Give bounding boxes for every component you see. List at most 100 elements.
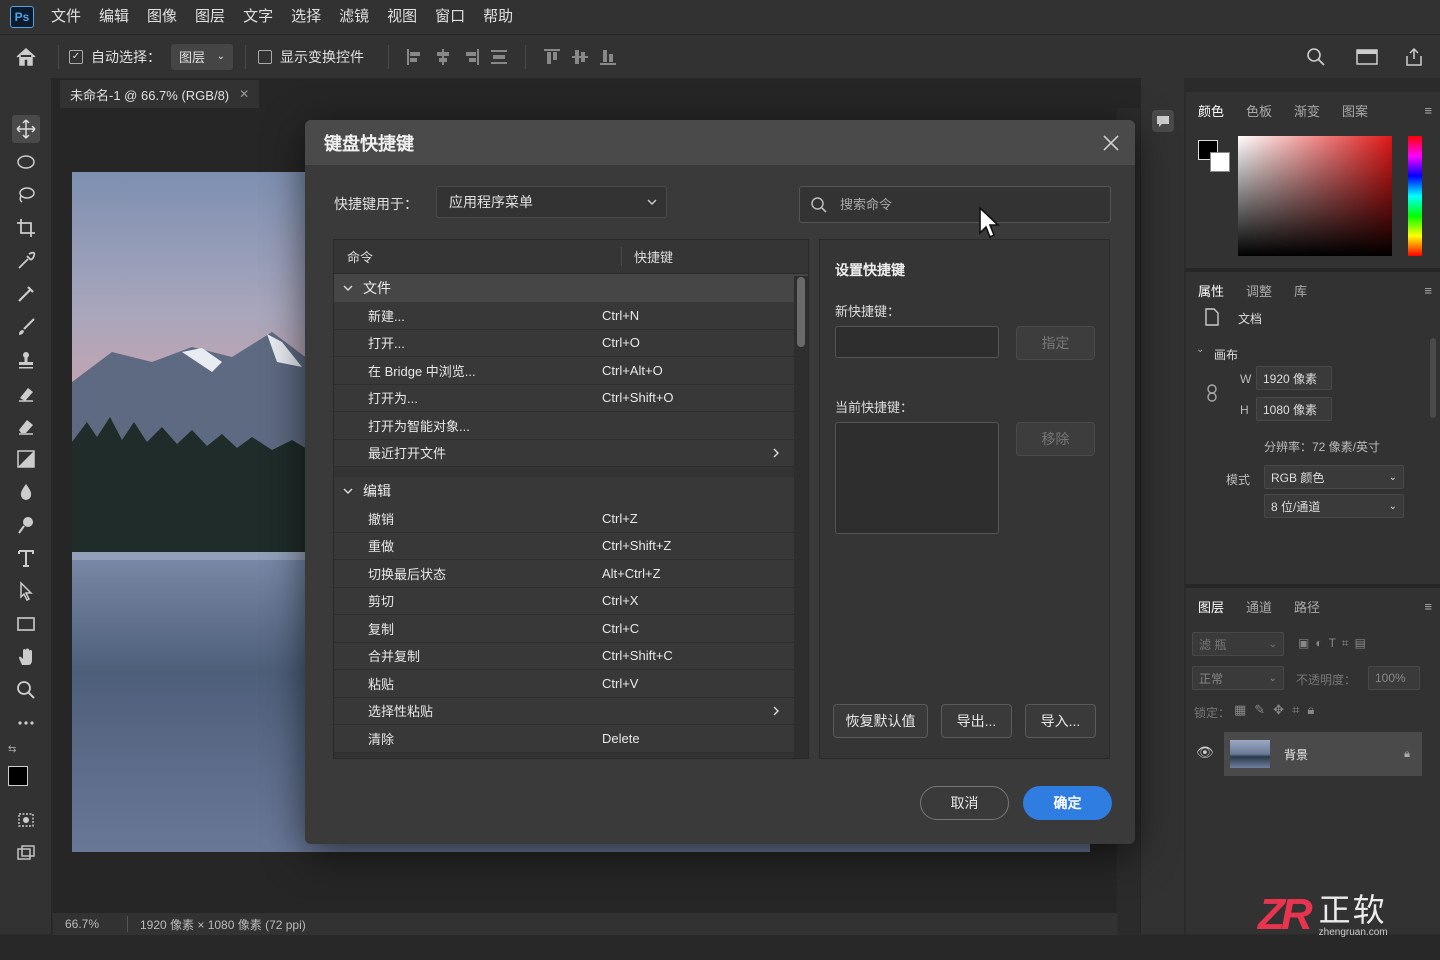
align-middle-v-icon[interactable]: [570, 47, 590, 67]
tab-libraries[interactable]: 库: [1294, 281, 1307, 300]
tab-color[interactable]: 颜色: [1198, 101, 1224, 120]
rectangle-tool-icon[interactable]: [12, 610, 40, 638]
search-command-input[interactable]: [840, 197, 1080, 212]
crop-tool-icon[interactable]: [12, 214, 40, 242]
show-transform-checkbox[interactable]: [258, 49, 272, 64]
tab-properties[interactable]: 属性: [1198, 281, 1224, 300]
table-row[interactable]: 粘贴 Ctrl+V: [334, 670, 808, 698]
height-field[interactable]: 1080 像素: [1256, 397, 1332, 421]
table-row[interactable]: 选择性粘贴: [334, 697, 808, 725]
eraser-tool-icon[interactable]: [12, 412, 40, 440]
table-row[interactable]: 切换最后状态 Alt+Ctrl+Z: [334, 560, 808, 588]
blur-tool-icon[interactable]: [12, 478, 40, 506]
workspace-icon[interactable]: [1356, 48, 1378, 66]
properties-scrollbar[interactable]: [1430, 338, 1436, 418]
menu-view[interactable]: 视图: [378, 0, 426, 34]
lasso-tool-icon[interactable]: [12, 181, 40, 209]
visibility-eye-icon[interactable]: 👁︎: [1196, 744, 1214, 761]
table-row[interactable]: 剪切 Ctrl+X: [334, 587, 808, 615]
import-button[interactable]: 导入...: [1025, 704, 1096, 738]
document-tab[interactable]: 未命名-1 @ 66.7% (RGB/8) ✕: [60, 80, 260, 108]
tab-adjustments[interactable]: 调整: [1246, 281, 1272, 300]
table-row[interactable]: 合并复制 Ctrl+Shift+C: [334, 642, 808, 670]
menu-help[interactable]: 帮助: [474, 0, 522, 34]
move-tool-icon[interactable]: [12, 115, 40, 143]
menu-layer[interactable]: 图层: [186, 0, 234, 34]
export-button[interactable]: 导出...: [941, 704, 1012, 738]
table-scrollbar-thumb[interactable]: [797, 277, 805, 347]
menu-edit[interactable]: 编辑: [90, 0, 138, 34]
width-field[interactable]: 1920 像素: [1256, 366, 1332, 390]
tab-paths[interactable]: 路径: [1294, 597, 1320, 616]
color-field[interactable]: [1238, 136, 1392, 256]
menu-image[interactable]: 图像: [138, 0, 186, 34]
opacity-field[interactable]: 100%: [1368, 666, 1420, 690]
new-shortcut-input[interactable]: [835, 326, 999, 358]
menu-window[interactable]: 窗口: [426, 0, 474, 34]
auto-select-dropdown[interactable]: 图层 ⌄: [171, 43, 233, 70]
quick-mask-icon[interactable]: [12, 806, 40, 834]
command-group[interactable]: 文件: [334, 274, 808, 302]
chevron-down-icon[interactable]: [342, 487, 354, 495]
distribute-icon[interactable]: [489, 47, 509, 67]
chevron-right-icon[interactable]: [772, 705, 780, 717]
bit-depth-dropdown[interactable]: 8 位/通道 ⌄: [1264, 494, 1404, 518]
tab-layers[interactable]: 图层: [1198, 597, 1224, 616]
background-color-chip[interactable]: [1210, 152, 1230, 172]
restore-defaults-button[interactable]: 恢复默认值: [833, 704, 928, 738]
hue-slider[interactable]: [1408, 136, 1422, 256]
table-row[interactable]: 打开为... Ctrl+Shift+O: [334, 384, 808, 412]
table-row[interactable]: 打开为智能对象...: [334, 412, 808, 440]
table-row[interactable]: 复制 Ctrl+C: [334, 615, 808, 643]
filter-icons[interactable]: ▣◐T⌗▤: [1298, 636, 1372, 651]
shortcuts-for-dropdown[interactable]: 应用程序菜单: [436, 186, 667, 218]
brush-tool-icon[interactable]: [12, 313, 40, 341]
auto-select-checkbox[interactable]: ✓: [69, 49, 83, 64]
menu-select[interactable]: 选择: [282, 0, 330, 34]
zoom-tool-icon[interactable]: [12, 676, 40, 704]
table-row[interactable]: 在 Bridge 中浏览... Ctrl+Alt+O: [334, 357, 808, 385]
assign-button[interactable]: 指定: [1016, 326, 1095, 360]
remove-button[interactable]: 移除: [1016, 422, 1095, 456]
link-icon[interactable]: [1206, 384, 1218, 402]
cancel-button[interactable]: 取消: [920, 786, 1009, 820]
more-tools-icon[interactable]: [12, 709, 40, 737]
path-select-icon[interactable]: [12, 577, 40, 605]
hand-tool-icon[interactable]: [12, 643, 40, 671]
type-tool-icon[interactable]: [12, 544, 40, 572]
eyedropper-tool-icon[interactable]: [12, 247, 40, 275]
tab-gradients[interactable]: 渐变: [1294, 101, 1320, 120]
table-row[interactable]: 新建... Ctrl+N: [334, 302, 808, 330]
layer-row[interactable]: 背景 🔒︎: [1224, 732, 1422, 776]
close-icon[interactable]: [1101, 133, 1121, 153]
align-top-icon[interactable]: [542, 47, 562, 67]
healing-brush-icon[interactable]: [12, 280, 40, 308]
table-row[interactable]: 最近打开文件: [334, 439, 808, 467]
menu-file[interactable]: 文件: [42, 0, 90, 34]
home-icon[interactable]: [0, 47, 52, 67]
canvas-chevron-icon[interactable]: ⌄: [1196, 344, 1204, 355]
command-group[interactable]: 编辑: [334, 477, 808, 505]
align-center-h-icon[interactable]: [433, 47, 453, 67]
panel-menu-icon[interactable]: ≡: [1424, 283, 1432, 298]
mode-dropdown[interactable]: RGB 颜色 ⌄: [1264, 465, 1404, 489]
tab-patterns[interactable]: 图案: [1342, 101, 1368, 120]
table-scrollbar-track[interactable]: [794, 276, 808, 758]
close-tab-icon[interactable]: ✕: [239, 87, 249, 101]
tab-channels[interactable]: 通道: [1246, 597, 1272, 616]
comments-icon[interactable]: [1152, 110, 1174, 132]
menu-type[interactable]: 文字: [234, 0, 282, 34]
align-right-icon[interactable]: [461, 47, 481, 67]
current-shortcut-list[interactable]: [835, 422, 999, 534]
history-brush-icon[interactable]: [12, 379, 40, 407]
zoom-level[interactable]: 66.7%: [65, 917, 115, 931]
foreground-color-swatch[interactable]: [8, 766, 28, 786]
lock-icons[interactable]: ▦✎✥⌗🔒︎: [1234, 702, 1322, 718]
marquee-tool-icon[interactable]: [12, 148, 40, 176]
column-shortcut[interactable]: 快捷键: [622, 247, 673, 266]
dodge-tool-icon[interactable]: [12, 511, 40, 539]
table-row[interactable]: 撤销 Ctrl+Z: [334, 505, 808, 533]
panel-menu-icon[interactable]: ≡: [1424, 599, 1432, 614]
chevron-right-icon[interactable]: [772, 447, 780, 459]
tab-swatches[interactable]: 色板: [1246, 101, 1272, 120]
